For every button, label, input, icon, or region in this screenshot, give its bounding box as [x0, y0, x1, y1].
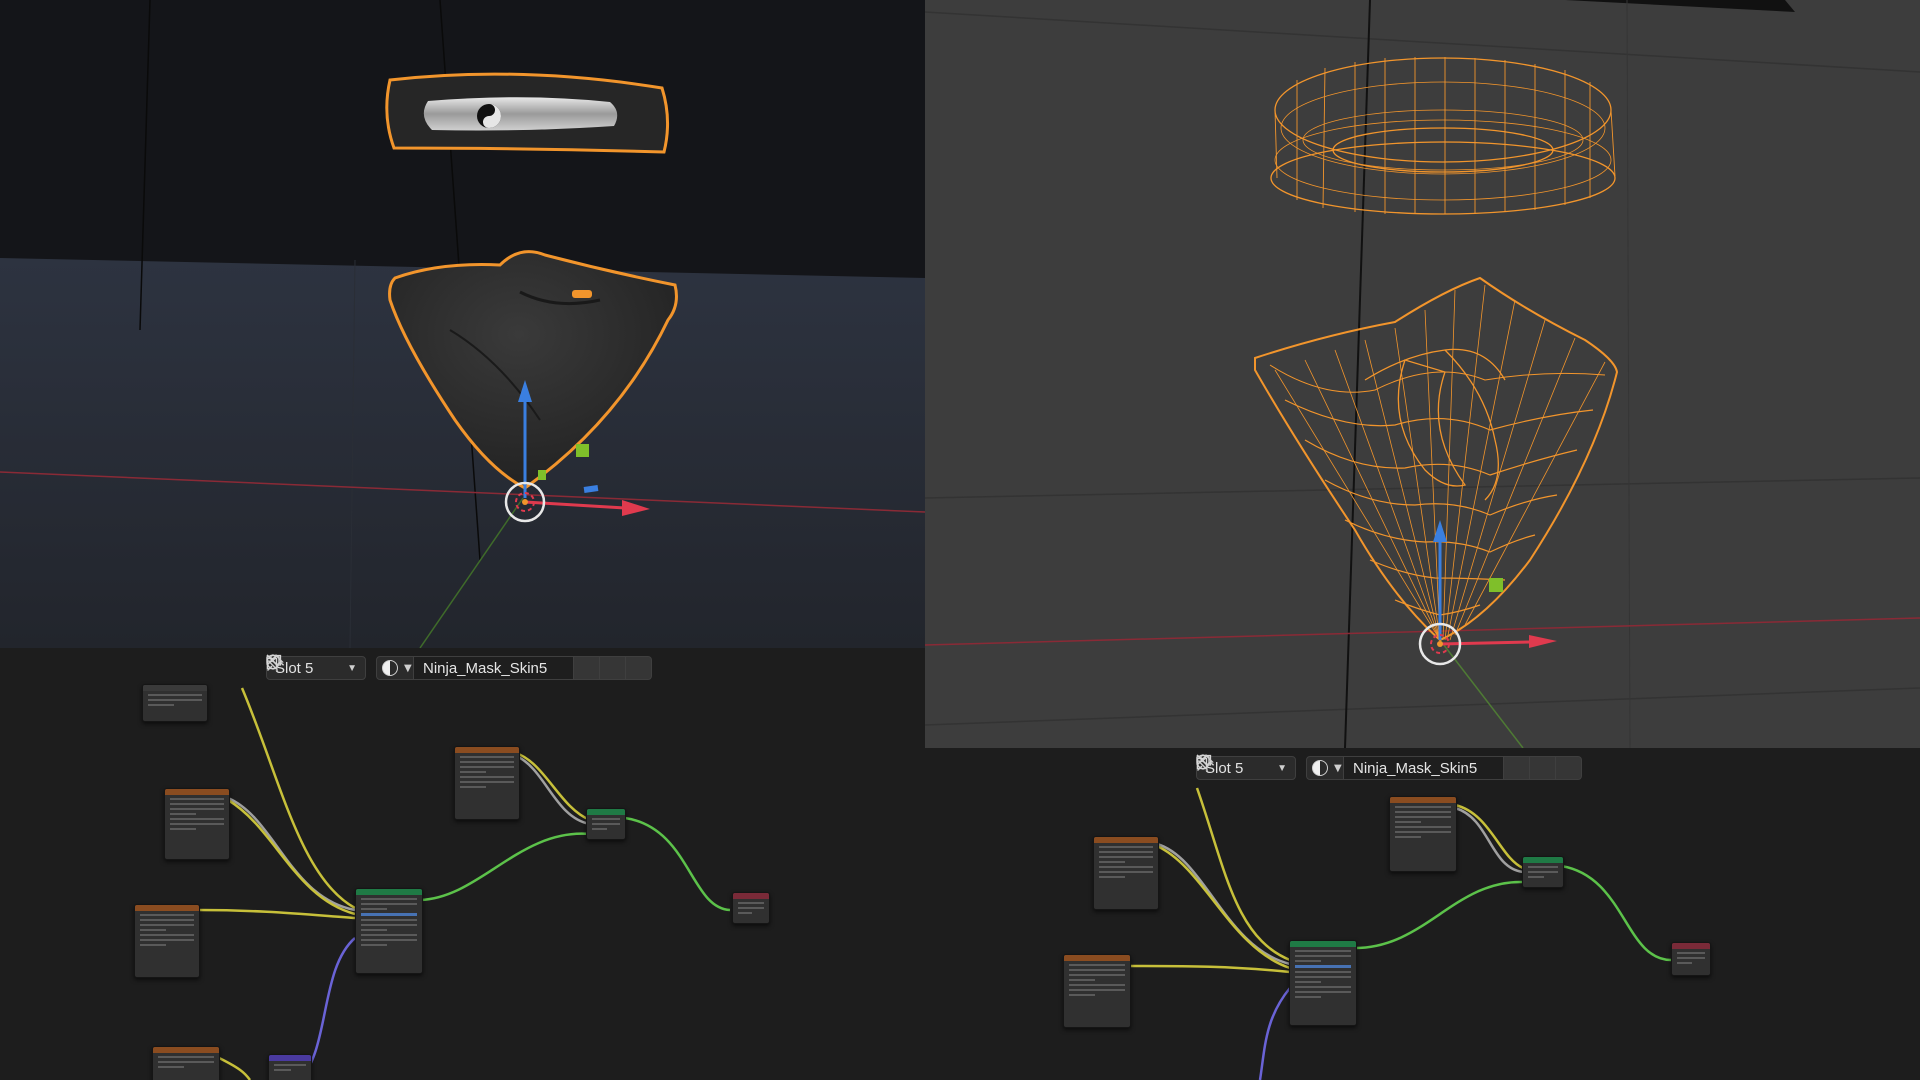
node-image-texture[interactable] — [142, 684, 208, 722]
node-image-texture[interactable] — [164, 788, 230, 860]
node-image-texture[interactable] — [134, 904, 200, 978]
fake-user-button[interactable] — [1196, 754, 1530, 780]
node-links-left — [197, 687, 731, 1080]
node-mix-shader[interactable] — [586, 808, 626, 840]
node-mix-shader[interactable] — [1522, 856, 1564, 888]
pin-icon — [1196, 754, 1214, 772]
shader-node-editor-left[interactable]: Slot 5 ▼ ▼ Ninja_Mask_Skin5 — [0, 648, 925, 1080]
material-name-field[interactable]: Ninja_Mask_Skin5 — [414, 656, 574, 680]
node-image-texture[interactable] — [152, 1046, 220, 1080]
node-image-texture[interactable] — [1063, 954, 1131, 1028]
unlink-material-button[interactable] — [266, 654, 652, 680]
material-type-button[interactable]: ▼ — [376, 656, 414, 680]
viewport-right-canvas — [925, 0, 1920, 748]
chevron-down-icon: ▼ — [1277, 762, 1287, 774]
node-normal-map[interactable] — [268, 1054, 312, 1080]
chevron-down-icon: ▼ — [347, 662, 357, 674]
node-principled-bsdf[interactable] — [1289, 940, 1357, 1026]
duplicate-material-button[interactable] — [1196, 754, 1556, 780]
material-sphere-icon — [1312, 760, 1328, 776]
node-principled-bsdf[interactable] — [355, 888, 423, 974]
node-image-texture[interactable] — [454, 746, 520, 820]
material-type-button[interactable]: ▼ — [1306, 756, 1344, 780]
chevron-down-icon: ▼ — [404, 662, 412, 674]
chevron-down-icon: ▼ — [1334, 762, 1342, 774]
node-image-texture[interactable] — [1093, 836, 1159, 910]
node-material-output[interactable] — [1671, 942, 1711, 976]
viewport-right[interactable] — [925, 0, 1920, 748]
material-slot-bar: Slot 5 ▼ ▼ Ninja_Mask_Skin5 — [1196, 754, 1594, 782]
shader-node-editor-right[interactable]: Slot 5 ▼ ▼ Ninja_Mask_Skin5 — [925, 748, 1920, 1080]
fake-user-button[interactable] — [266, 654, 600, 680]
node-material-output[interactable] — [732, 892, 770, 924]
headband-object — [385, 72, 670, 154]
material-sphere-icon — [382, 660, 398, 676]
viewport-left-canvas — [0, 0, 925, 648]
material-slot-bar: Slot 5 ▼ ▼ Ninja_Mask_Skin5 — [266, 654, 664, 682]
node-image-texture[interactable] — [1389, 796, 1457, 872]
material-name-field[interactable]: Ninja_Mask_Skin5 — [1344, 756, 1504, 780]
duplicate-material-button[interactable] — [266, 654, 626, 680]
pin-icon — [266, 654, 284, 672]
unlink-material-button[interactable] — [1196, 754, 1582, 780]
viewport-left[interactable] — [0, 0, 925, 648]
